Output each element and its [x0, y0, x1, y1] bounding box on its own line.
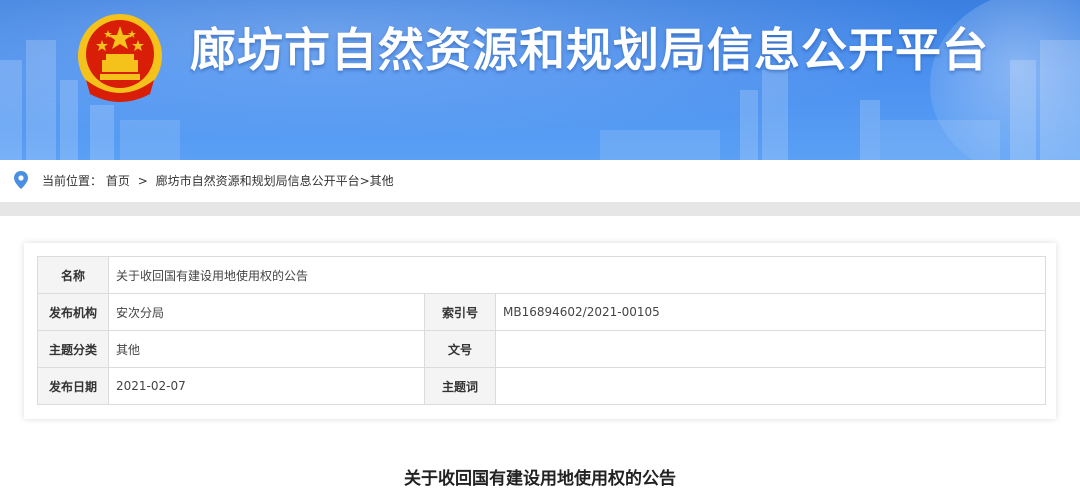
table-row: 发布日期 2021-02-07 主题词	[37, 367, 1046, 405]
breadcrumb-text: 当前位置： 首页 > 廊坊市自然资源和规划局信息公开平台>其他	[42, 160, 394, 202]
site-title: 廊坊市自然资源和规划局信息公开平台	[190, 23, 989, 77]
breadcrumb-separator: >	[359, 174, 370, 188]
location-pin-icon	[14, 171, 28, 189]
publish-date-value: 2021-02-07	[108, 367, 425, 405]
name-value: 关于收回国有建设用地使用权的公告	[108, 256, 1046, 294]
category-label: 主题分类	[37, 330, 109, 368]
breadcrumb-current-link[interactable]: 其他	[370, 174, 394, 188]
keywords-label: 主题词	[424, 367, 496, 405]
document-info-card: 名称 关于收回国有建设用地使用权的公告 发布机构 安次分局 索引号 MB1689…	[24, 243, 1056, 419]
name-label: 名称	[37, 256, 109, 294]
breadcrumb-prefix: 当前位置：	[42, 174, 103, 188]
keywords-value	[495, 367, 1046, 405]
breadcrumb-section-link[interactable]: 廊坊市自然资源和规划局信息公开平台	[156, 174, 360, 188]
site-banner: 廊坊市自然资源和规划局信息公开平台	[0, 0, 1080, 160]
national-emblem-icon	[78, 14, 162, 102]
document-info-table: 名称 关于收回国有建设用地使用权的公告 发布机构 安次分局 索引号 MB1689…	[37, 256, 1046, 405]
table-row: 名称 关于收回国有建设用地使用权的公告	[37, 256, 1046, 294]
breadcrumb-home-link[interactable]: 首页	[106, 174, 130, 188]
table-row: 发布机构 安次分局 索引号 MB16894602/2021-00105	[37, 293, 1046, 331]
category-value: 其他	[108, 330, 425, 368]
publisher-value: 安次分局	[108, 293, 425, 331]
section-divider	[0, 202, 1080, 216]
breadcrumb-separator: >	[137, 174, 148, 188]
breadcrumb: 当前位置： 首页 > 廊坊市自然资源和规划局信息公开平台>其他	[0, 160, 1080, 202]
index-label: 索引号	[424, 293, 496, 331]
publish-date-label: 发布日期	[37, 367, 109, 405]
publisher-label: 发布机构	[37, 293, 109, 331]
document-number-value	[495, 330, 1046, 368]
index-value: MB16894602/2021-00105	[495, 293, 1046, 331]
article-title: 关于收回国有建设用地使用权的公告	[404, 469, 676, 489]
table-row: 主题分类 其他 文号	[37, 330, 1046, 368]
document-number-label: 文号	[424, 330, 496, 368]
